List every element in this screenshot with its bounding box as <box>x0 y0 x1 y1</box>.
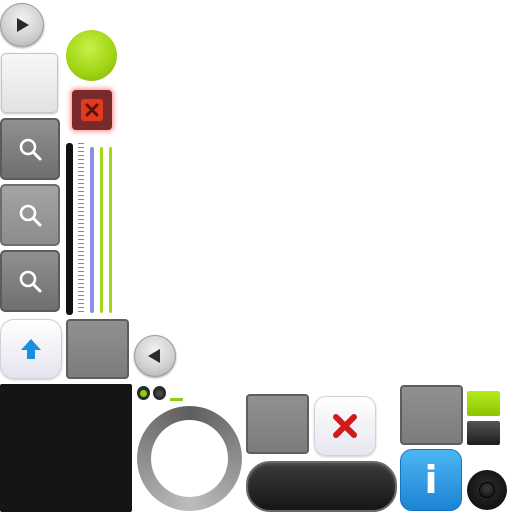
progress-ring <box>137 406 242 511</box>
close-icon <box>333 414 357 438</box>
play-right-icon <box>17 18 29 32</box>
slider-tick-marks <box>78 143 84 315</box>
light-square-button[interactable] <box>1 53 58 113</box>
up-arrow-button[interactable] <box>0 319 62 379</box>
vertical-slider-track-lime-2[interactable] <box>109 147 112 313</box>
lime-circle <box>66 30 117 81</box>
lime-bar-button[interactable] <box>467 391 500 416</box>
red-close-inner <box>81 99 103 121</box>
search-button-1[interactable] <box>0 118 60 180</box>
play-right-button[interactable] <box>0 3 44 47</box>
play-left-icon <box>148 349 160 363</box>
vertical-slider-track-lime-1[interactable] <box>100 147 103 313</box>
led-off-dot <box>156 389 163 397</box>
grey-square-button-1[interactable] <box>66 319 129 379</box>
red-close-button[interactable] <box>72 90 112 130</box>
dark-bar-button[interactable] <box>467 421 500 445</box>
led-green-dot <box>140 389 147 397</box>
knob-center <box>479 482 495 498</box>
small-lime-bar <box>170 398 183 401</box>
info-button[interactable]: i <box>400 449 462 511</box>
vertical-slider-track-blue[interactable] <box>90 147 94 313</box>
search-icon <box>19 138 42 161</box>
black-panel <box>0 384 132 512</box>
led-off <box>153 386 166 400</box>
led-green <box>137 386 150 400</box>
play-left-button[interactable] <box>134 335 176 377</box>
vertical-slider-track-dark[interactable] <box>66 143 73 315</box>
search-icon <box>19 270 42 293</box>
dark-pill-button[interactable] <box>246 461 397 512</box>
search-icon <box>19 204 42 227</box>
search-button-3[interactable] <box>0 250 60 312</box>
black-knob[interactable] <box>467 470 507 510</box>
grey-square-button-3[interactable] <box>400 385 463 445</box>
search-button-2[interactable] <box>0 184 60 246</box>
close-button[interactable] <box>314 396 376 456</box>
grey-square-button-2[interactable] <box>246 394 309 454</box>
info-icon: i <box>424 458 438 502</box>
close-icon <box>85 103 99 117</box>
progress-ring-hole <box>151 420 228 497</box>
arrow-up-icon <box>21 339 41 359</box>
